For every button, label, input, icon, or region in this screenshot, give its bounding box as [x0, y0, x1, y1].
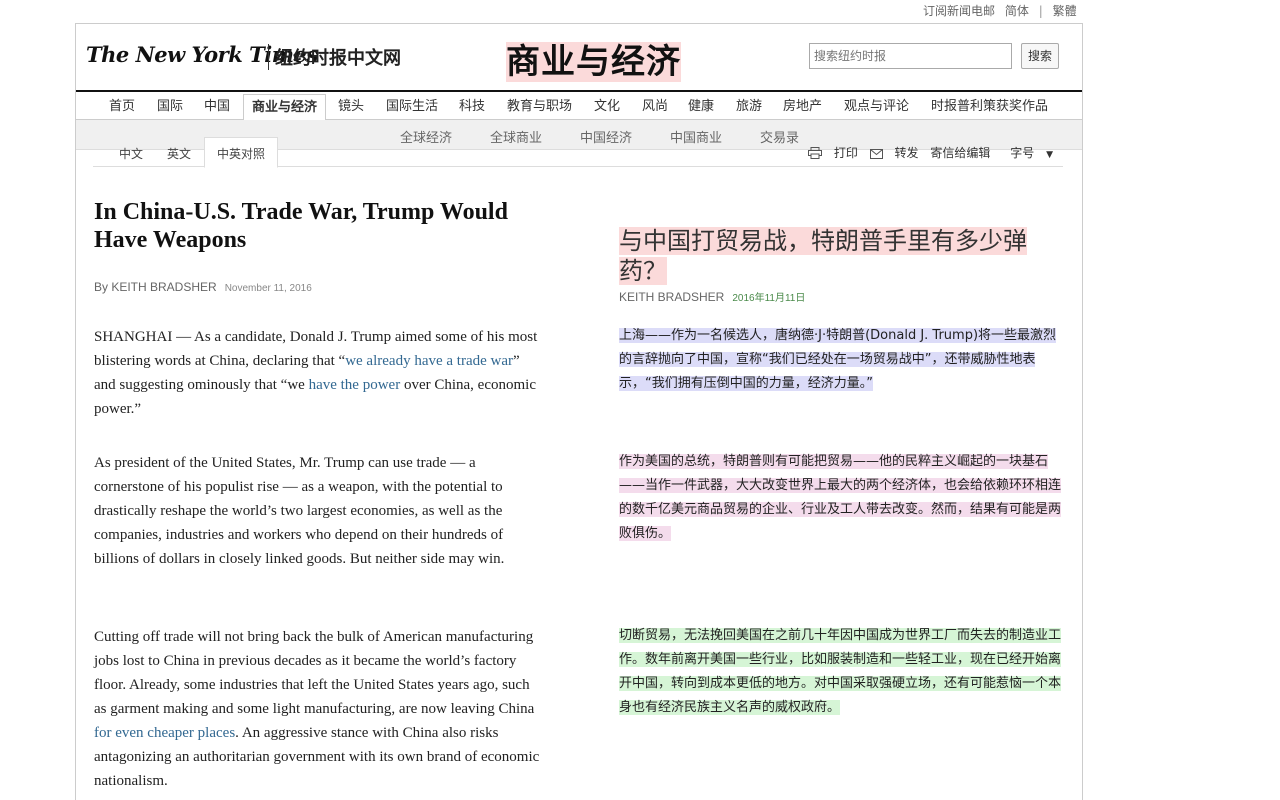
paragraph-cn-2: 作为美国的总统，特朗普则有可能把贸易——他的民粹主义崛起的一块基石——当作一件武… [619, 454, 1062, 541]
tab-english[interactable]: 英文 [167, 145, 191, 162]
nav-health[interactable]: 健康 [688, 96, 714, 120]
printer-icon [808, 147, 823, 159]
paragraph-cn-1: 上海——作为一名候选人，唐纳德·J·特朗普(Donald J. Trump)将一… [619, 328, 1057, 391]
nav-world[interactable]: 国际 [157, 96, 183, 120]
article-tools: 打印 转发 寄信给编辑 字号 ▼ [800, 144, 1053, 161]
nav-china[interactable]: 中国 [204, 96, 230, 120]
tab-chinese[interactable]: 中文 [119, 145, 143, 162]
nav-travel[interactable]: 旅游 [736, 96, 762, 120]
nav-culture[interactable]: 文化 [594, 96, 620, 120]
search-button[interactable]: 搜索 [1021, 43, 1059, 69]
author-cn[interactable]: KEITH BRADSHER [619, 290, 724, 304]
byline-en: By KEITH BRADSHER November 11, 2016 [94, 280, 312, 294]
date-en: November 11, 2016 [224, 283, 312, 294]
forward-label: 转发 [894, 146, 919, 160]
forward-button[interactable]: 转发 [869, 146, 923, 160]
paragraph-en-2: As president of the United States, Mr. T… [94, 455, 505, 567]
masthead: The New York Times 纽约时报中文网 商业与经济 搜索 [76, 24, 1082, 90]
mail-icon [869, 149, 883, 159]
print-label: 打印 [833, 146, 858, 160]
nyt-cn-logo[interactable]: 纽约时报中文网 [268, 44, 401, 70]
main-nav: 首页 国际 中国 商业与经济 镜头 国际生活 科技 教育与职场 文化 风尚 健康… [76, 90, 1082, 122]
paragraph-en-3: Cutting off trade will not bring back th… [94, 629, 540, 789]
nav-opinion[interactable]: 观点与评论 [844, 96, 909, 120]
inline-link[interactable]: have the power [309, 377, 401, 393]
inline-link[interactable]: we already have a trade war [345, 353, 513, 369]
caret-down-icon: ▼ [1046, 150, 1053, 160]
divider: | [1038, 4, 1043, 18]
search-input[interactable] [809, 43, 1012, 69]
nav-home[interactable]: 首页 [109, 96, 135, 120]
simplified-link[interactable]: 简体 [1005, 4, 1029, 18]
nav-style[interactable]: 风尚 [642, 96, 668, 120]
article-title-cn: 与中国打贸易战，特朗普手里有多少弹药？ [619, 227, 1027, 285]
letter-to-editor-link[interactable]: 寄信给编辑 [930, 146, 990, 160]
font-size-button[interactable]: 字号 ▼ [1002, 146, 1053, 160]
paragraph-cn-3: 切断贸易，无法挽回美国在之前几十年因中国成为世界工厂而失去的制造业工作。数年前离… [619, 628, 1062, 715]
top-links: 订阅新闻电邮 简体 | 繁體 [920, 2, 1080, 19]
paragraph-en-1: SHANGHAI — As a candidate, Donald J. Tru… [94, 329, 538, 417]
traditional-link[interactable]: 繁體 [1053, 4, 1077, 18]
language-tabs: 中文 英文 中英对照 打印 转发 寄信给编辑 字号 ▼ [93, 137, 1063, 168]
nav-life[interactable]: 国际生活 [386, 96, 438, 120]
author-en[interactable]: By KEITH BRADSHER [94, 280, 217, 294]
nav-business[interactable]: 商业与经济 [243, 94, 327, 122]
subscribe-link[interactable]: 订阅新闻电邮 [923, 4, 995, 18]
inline-link[interactable]: for even cheaper places [94, 725, 235, 741]
date-cn: 2016年11月11日 [732, 293, 806, 304]
nav-realestate[interactable]: 房地产 [783, 96, 822, 120]
byline-cn: KEITH BRADSHER 2016年11月11日 [619, 289, 805, 304]
nav-education[interactable]: 教育与职场 [507, 96, 572, 120]
tab-bilingual[interactable]: 中英对照 [204, 137, 279, 168]
section-title: 商业与经济 [506, 42, 681, 82]
print-button[interactable]: 打印 [808, 146, 862, 160]
nav-pulitzer[interactable]: 时报普利策获奖作品 [931, 96, 1048, 120]
article-title-en: In China-U.S. Trade War, Trump Would Hav… [94, 199, 508, 253]
nav-tech[interactable]: 科技 [459, 96, 485, 120]
nav-lens[interactable]: 镜头 [338, 96, 364, 120]
